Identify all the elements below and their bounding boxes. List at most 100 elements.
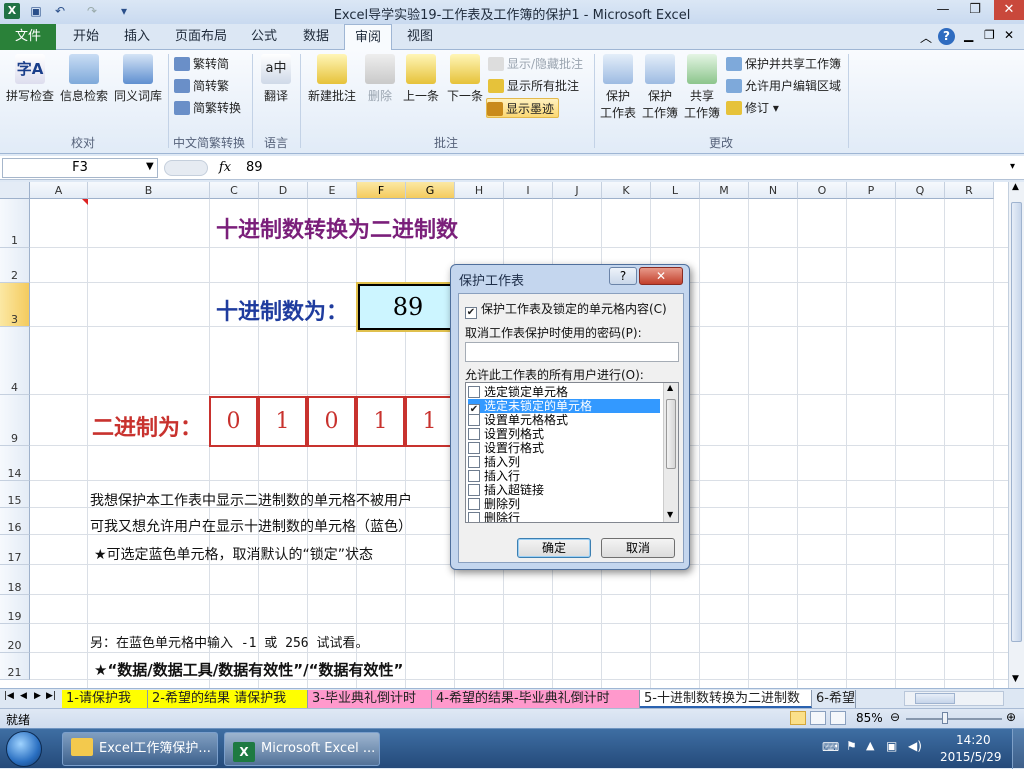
name-box-dropdown-icon[interactable]: ▼ bbox=[146, 161, 154, 172]
column-header[interactable]: H bbox=[455, 182, 504, 199]
row-header[interactable]: 20 bbox=[0, 624, 30, 653]
row-header[interactable]: 1 bbox=[0, 199, 30, 248]
protect-share-button[interactable]: 保护并共享工作簿 bbox=[726, 54, 841, 74]
close-window-button[interactable]: ✕ bbox=[994, 0, 1024, 20]
thesaurus-button[interactable]: 同义词库 bbox=[112, 54, 164, 104]
column-header[interactable]: I bbox=[504, 182, 553, 199]
minimize-workbook-icon[interactable]: ▁ bbox=[964, 28, 973, 42]
column-header[interactable]: A bbox=[30, 182, 88, 199]
restore-button[interactable]: ❐ bbox=[960, 0, 990, 20]
s2t-button[interactable]: 简转繁 bbox=[174, 76, 229, 96]
formula-input[interactable]: 89 bbox=[246, 158, 263, 178]
row-header[interactable]: 14 bbox=[0, 446, 30, 481]
keyboard-icon[interactable]: ⌨ bbox=[822, 740, 839, 754]
permission-option[interactable]: 删除行 bbox=[468, 511, 660, 522]
network-icon[interactable]: ▣ bbox=[886, 739, 897, 753]
column-header[interactable]: O bbox=[798, 182, 847, 199]
share-workbook-button[interactable]: 共享 工作簿 bbox=[682, 54, 722, 121]
column-header[interactable]: M bbox=[700, 182, 749, 199]
column-header[interactable]: N bbox=[749, 182, 798, 199]
hscroll-thumb[interactable] bbox=[915, 693, 955, 704]
next-comment-button[interactable]: 下一条 bbox=[444, 54, 486, 104]
password-field[interactable] bbox=[465, 342, 679, 362]
start-button-icon[interactable] bbox=[6, 731, 42, 767]
column-header[interactable]: C bbox=[210, 182, 259, 199]
close-workbook-icon[interactable]: ✕ bbox=[1004, 28, 1014, 42]
new-comment-button[interactable]: 新建批注 bbox=[304, 54, 360, 104]
column-header[interactable]: E bbox=[308, 182, 357, 199]
binary-digit-cell[interactable]: 0 bbox=[209, 396, 258, 447]
list-scroll-thumb[interactable] bbox=[666, 399, 676, 469]
permission-option[interactable]: ✔ 选定未锁定的单元格 bbox=[468, 399, 660, 416]
binary-digit-cell[interactable]: 0 bbox=[307, 396, 356, 447]
tray-flag-icon[interactable]: ⚑ bbox=[846, 739, 857, 753]
tab-formulas[interactable]: 公式 bbox=[242, 24, 286, 50]
list-scrollbar[interactable]: ▲ ▼ bbox=[663, 383, 678, 522]
decimal-input-cell[interactable]: 89 bbox=[356, 282, 460, 332]
vertical-scrollbar[interactable]: ▲ ▼ bbox=[1008, 182, 1024, 688]
row-header[interactable]: 9 bbox=[0, 395, 30, 446]
last-sheet-icon[interactable]: ▶| bbox=[46, 691, 56, 701]
insert-function-button[interactable]: fx bbox=[212, 158, 238, 178]
tab-home[interactable]: 开始 bbox=[62, 24, 110, 50]
page-break-view-icon[interactable] bbox=[830, 711, 846, 725]
binary-digit-cell[interactable]: 1 bbox=[356, 396, 405, 447]
row-header[interactable]: 19 bbox=[0, 595, 30, 624]
zoom-slider[interactable] bbox=[906, 718, 1002, 720]
expand-formula-bar-icon[interactable]: ▾ bbox=[1010, 161, 1015, 172]
row-header[interactable]: 17 bbox=[0, 535, 30, 565]
column-header[interactable]: J bbox=[553, 182, 602, 199]
row-header[interactable]: 4 bbox=[0, 327, 30, 395]
tab-data[interactable]: 数据 bbox=[294, 24, 338, 50]
column-header[interactable]: B bbox=[88, 182, 210, 199]
list-scroll-down-icon[interactable]: ▼ bbox=[667, 510, 673, 519]
permission-option[interactable]: 设置行格式 bbox=[468, 441, 660, 455]
tab-insert[interactable]: 插入 bbox=[114, 24, 160, 50]
zoom-in-icon[interactable]: ⊕ bbox=[1006, 710, 1016, 724]
clock-time[interactable]: 14:20 bbox=[956, 733, 991, 747]
tab-file[interactable]: 文件 bbox=[0, 24, 56, 50]
first-sheet-icon[interactable]: |◀ bbox=[4, 691, 14, 701]
taskbar-item-excel[interactable]: X Microsoft Excel ... bbox=[224, 732, 380, 766]
permission-option[interactable]: 选定锁定单元格 bbox=[468, 385, 660, 399]
list-scroll-up-icon[interactable]: ▲ bbox=[667, 383, 673, 392]
column-header[interactable]: Q bbox=[896, 182, 945, 199]
permission-option[interactable]: 插入超链接 bbox=[468, 483, 660, 497]
row-header[interactable]: 21 bbox=[0, 653, 30, 680]
ok-button[interactable]: 确定 bbox=[517, 538, 591, 558]
sheet-tab[interactable]: 5-十进制数转换为二进制数 bbox=[640, 690, 812, 708]
permissions-list[interactable]: 选定锁定单元格 ✔ 选定未锁定的单元格 设置单元格格式 设置列格式 设置行格式 插入列 插入行… bbox=[465, 382, 679, 523]
binary-digit-cell[interactable]: 1 bbox=[405, 396, 454, 447]
row-header[interactable]: 15 bbox=[0, 481, 30, 508]
scroll-up-icon[interactable]: ▲ bbox=[1012, 182, 1019, 192]
formula-bar-grip-icon[interactable] bbox=[164, 160, 208, 176]
show-all-comments-button[interactable]: 显示所有批注 bbox=[488, 76, 579, 96]
research-button[interactable]: 信息检索 bbox=[58, 54, 110, 104]
translate-button[interactable]: a中 翻译 bbox=[256, 54, 296, 104]
taskbar-item-explorer[interactable]: Excel工作簿保护... bbox=[62, 732, 218, 766]
horizontal-scrollbar[interactable] bbox=[904, 691, 1004, 706]
tab-view[interactable]: 视图 bbox=[398, 24, 442, 50]
collapse-ribbon-icon[interactable]: ︿ bbox=[920, 29, 932, 46]
permission-option[interactable]: 插入行 bbox=[468, 469, 660, 483]
row-header[interactable]: 2 bbox=[0, 248, 30, 283]
protect-sheet-button[interactable]: 保护 工作表 bbox=[598, 54, 638, 121]
restore-workbook-icon[interactable]: ❐ bbox=[984, 28, 995, 42]
sheet-tab[interactable]: 4-希望的结果-毕业典礼倒计时 bbox=[432, 690, 640, 708]
tray-expand-icon[interactable]: ▲ bbox=[866, 739, 874, 752]
column-header[interactable]: R bbox=[945, 182, 994, 199]
volume-icon[interactable]: ◀) bbox=[908, 739, 922, 753]
delete-comment-button[interactable]: 删除 bbox=[362, 54, 398, 104]
select-all-corner[interactable] bbox=[0, 182, 30, 199]
name-box[interactable]: F3 bbox=[2, 158, 158, 178]
allow-edit-ranges-button[interactable]: 允许用户编辑区域 bbox=[726, 76, 841, 96]
clock-date[interactable]: 2015/5/29 bbox=[940, 750, 1002, 764]
minimize-button[interactable]: — bbox=[928, 0, 958, 20]
tab-review[interactable]: 审阅 bbox=[344, 24, 392, 51]
show-ink-button[interactable]: 显示墨迹 bbox=[486, 98, 560, 118]
protect-workbook-button[interactable]: 保护 工作簿 bbox=[640, 54, 680, 121]
row-header[interactable]: 16 bbox=[0, 508, 30, 535]
zoom-out-icon[interactable]: ⊖ bbox=[890, 710, 900, 724]
binary-digit-cell[interactable]: 1 bbox=[258, 396, 307, 447]
zoom-slider-thumb[interactable] bbox=[942, 712, 948, 724]
